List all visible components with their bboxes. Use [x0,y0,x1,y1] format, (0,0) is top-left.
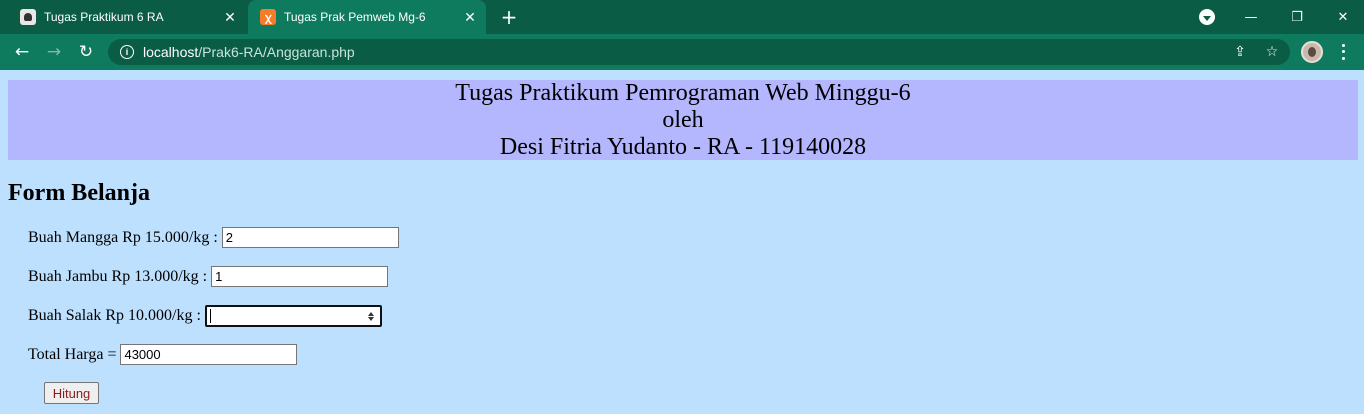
address-bar[interactable]: i localhost/Prak6-RA/Anggaran.php [108,39,1290,65]
mangga-input[interactable]: 2 [221,227,399,248]
forward-icon[interactable]: → [42,40,66,64]
tab-search-icon[interactable] [1199,9,1215,25]
site-info-icon[interactable]: i [120,45,134,59]
jambu-label: Buah Jambu Rp 13.000/kg : [28,267,208,285]
page-header: Tugas Praktikum Pemrograman Web Minggu-6… [8,80,1358,160]
profile-avatar[interactable] [1301,41,1323,63]
close-window-icon[interactable]: ✕ [1320,0,1364,34]
text-caret [209,309,211,323]
close-tab-icon[interactable]: ✕ [462,9,478,25]
page-favicon-icon [20,9,36,25]
mangga-value: 2 [225,230,233,245]
jambu-row: Buah Jambu Rp 13.000/kg : 1 [28,266,389,287]
total-input[interactable]: 43000 [120,344,298,365]
header-by: oleh [662,107,704,133]
salak-label: Buah Salak Rp 10.000/kg : [28,307,201,324]
jambu-input[interactable]: 1 [211,266,389,287]
url-host: localhost [143,44,199,60]
close-tab-icon[interactable]: ✕ [222,9,238,25]
total-row: Total Harga = 43000 [28,344,298,365]
browser-menu-icon[interactable] [1336,42,1350,62]
xampp-favicon-icon: ꭓ [260,9,276,25]
mangga-row: Buah Mangga Rp 15.000/kg : 2 [28,227,399,248]
bookmark-star-icon[interactable]: ☆ [1263,43,1281,61]
reload-icon[interactable]: ↻ [74,40,98,64]
salak-row: Buah Salak Rp 10.000/kg : [28,305,382,327]
tab-tugas-praktikum[interactable]: Tugas Praktikum 6 RA ✕ [8,0,246,34]
tab-tugas-prak-pemweb[interactable]: ꭓ Tugas Prak Pemweb Mg-6 ✕ [248,0,486,34]
share-icon[interactable]: ⇪ [1231,43,1249,61]
restore-icon[interactable]: ❐ [1274,0,1320,34]
tab-title: Tugas Praktikum 6 RA [44,10,164,24]
total-label: Total Harga = [28,345,117,363]
mangga-label: Buah Mangga Rp 15.000/kg : [28,228,218,246]
number-spinner-icon[interactable] [367,311,374,321]
header-title: Tugas Praktikum Pemrograman Web Minggu-6 [455,80,911,106]
minimize-icon[interactable]: — [1228,0,1274,34]
total-value: 43000 [124,347,161,362]
url-path: /Prak6-RA/Anggaran.php [198,44,355,60]
back-icon[interactable]: ← [10,40,34,64]
jambu-value: 1 [215,269,223,284]
form-title: Form Belanja [8,180,150,206]
tab-bar: Tugas Praktikum 6 RA ✕ ꭓ Tugas Prak Pemw… [0,0,1364,34]
hitung-button[interactable]: Hitung [44,382,99,404]
new-tab-icon[interactable]: + [498,5,520,29]
salak-input[interactable] [204,305,382,327]
tab-title: Tugas Prak Pemweb Mg-6 [284,10,426,24]
header-author: Desi Fitria Yudanto - RA - 119140028 [499,134,867,160]
